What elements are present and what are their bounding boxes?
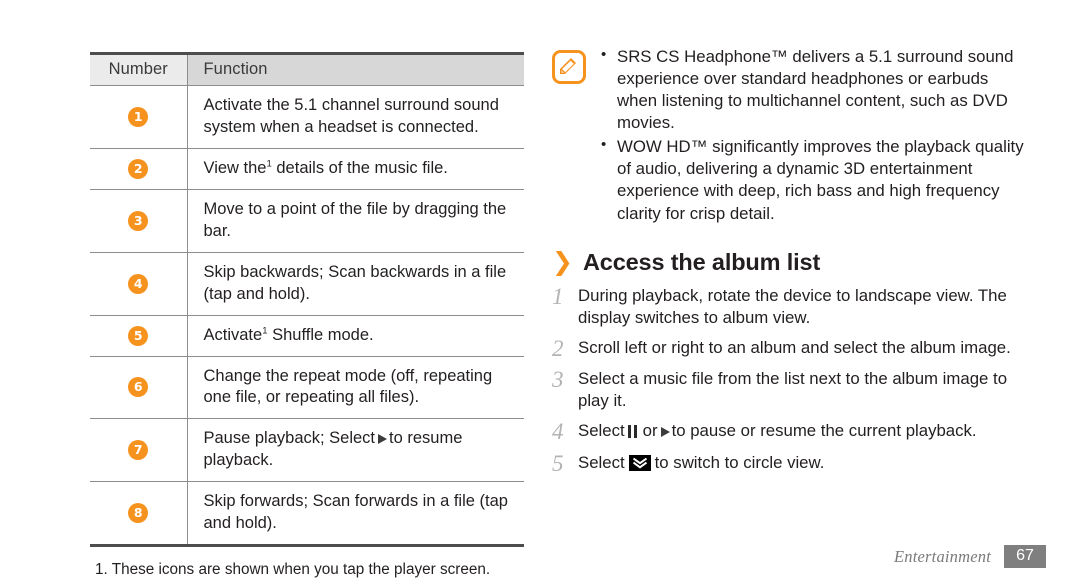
table-header-row: Number Function: [90, 52, 524, 86]
page-footer: Entertainment 67: [894, 545, 1046, 568]
play-icon: [660, 426, 670, 437]
column-header-function: Function: [186, 52, 524, 86]
step-text-composite: Select or to pause or resume the current p…: [578, 419, 1032, 444]
function-text-after: details of the music file.: [271, 158, 448, 177]
table-row: 3 Move to a point of the file by draggin…: [90, 189, 524, 253]
function-text-before: Activate: [203, 325, 263, 344]
row-number-cell: 7: [90, 418, 187, 483]
row-number-cell: 3: [90, 189, 187, 253]
step-text-after: to pause or resume the current playback.: [671, 420, 977, 440]
step-number: 2: [552, 335, 564, 361]
list-item: 4 Select or to pause or resume the current…: [552, 419, 1032, 444]
step-text-composite: Select to switch to circle view.: [578, 451, 1032, 474]
note-callout: SRS CS Headphone™ delivers a 5.1 surroun…: [552, 45, 1032, 227]
row-number-cell: 1: [90, 85, 187, 149]
right-content-column: SRS CS Headphone™ delivers a 5.1 surroun…: [552, 45, 1032, 482]
number-badge-7: 7: [128, 440, 149, 461]
spec-table-container: Number Function 1 Activate the 5.1 chann…: [90, 52, 524, 579]
section-heading: ❯ Access the album list: [552, 249, 1032, 276]
table-row: 7 Pause playback; Select to resume playba…: [90, 418, 524, 483]
list-item: 5 Select to switch to circle view.: [552, 451, 1032, 475]
number-badge-5: 5: [128, 325, 149, 346]
row-function-cell: Skip backwards; Scan backwards in a file…: [186, 252, 524, 316]
step-text: During playback, rotate the device to la…: [578, 285, 1007, 327]
number-badge-2: 2: [128, 158, 149, 179]
table-row: 5 Activate1 Shuffle mode.: [90, 315, 524, 357]
list-item: 2 Scroll left or right to an album and s…: [552, 336, 1032, 360]
table-footnote: 1. These icons are shown when you tap th…: [95, 561, 491, 579]
row-function-cell: Activate1 Shuffle mode.: [186, 315, 524, 357]
note-pencil-icon: [552, 50, 586, 84]
row-function-cell: Change the repeat mode (off, repeating o…: [186, 356, 524, 420]
row-number-cell: 5: [90, 315, 187, 357]
row-function-cell: Move to a point of the file by dragging …: [186, 189, 524, 253]
list-item: 3 Select a music file from the list next…: [552, 367, 1032, 412]
play-icon: [378, 434, 388, 445]
step-number: 1: [552, 283, 564, 309]
number-badge-1: 1: [128, 106, 149, 127]
step-text-middle: or: [642, 420, 658, 440]
table-row: 4 Skip backwards; Scan backwards in a fi…: [90, 252, 524, 316]
table-row: 8 Skip forwards; Scan forwards in a file…: [90, 481, 524, 548]
number-badge-6: 6: [128, 377, 149, 398]
chevron-right-icon: ❯: [552, 246, 573, 276]
step-text-before: Select: [578, 453, 625, 473]
table-row: 1 Activate the 5.1 channel surround soun…: [90, 85, 524, 149]
number-badge-3: 3: [128, 210, 149, 231]
table-row: 2 View the1 details of the music file.: [90, 148, 524, 190]
function-text: Skip forwards; Scan forwards in a file (…: [203, 492, 508, 533]
column-header-number: Number: [90, 52, 187, 86]
row-number-cell: 2: [90, 148, 187, 190]
table-header: Number Function: [90, 52, 524, 86]
function-text-before: View the: [203, 158, 267, 177]
number-badge-4: 4: [128, 273, 149, 294]
function-text: Activate the 5.1 channel surround sound …: [203, 96, 499, 136]
step-text: Scroll left or right to an album and sel…: [578, 337, 1011, 357]
step-text-before: Select: [578, 420, 625, 440]
step-number: 5: [552, 451, 564, 477]
table-row: 6 Change the repeat mode (off, repeating…: [90, 356, 524, 420]
circle-view-icon: [628, 455, 651, 472]
footer-chapter-label: Entertainment: [894, 546, 991, 566]
number-badge-8: 8: [128, 503, 149, 524]
table-body: 1 Activate the 5.1 channel surround soun…: [90, 85, 524, 548]
function-text: Move to a point of the file by dragging …: [203, 199, 507, 240]
function-text: Change the repeat mode (off, repeating o…: [203, 366, 493, 407]
function-text-after: Shuffle mode.: [267, 325, 374, 344]
row-function-cell: Skip forwards; Scan forwards in a file (…: [186, 481, 524, 548]
note-body: SRS CS Headphone™ delivers a 5.1 surroun…: [586, 45, 1032, 227]
note-bullet-list: SRS CS Headphone™ delivers a 5.1 surroun…: [600, 45, 1032, 225]
footer-page-number: 67: [1004, 545, 1046, 568]
row-function-cell: View the1 details of the music file.: [186, 148, 524, 190]
row-function-cell: Activate the 5.1 channel surround sound …: [186, 85, 524, 149]
step-text-after: to switch to circle view.: [654, 453, 825, 473]
function-table: Number Function 1 Activate the 5.1 chann…: [90, 52, 524, 548]
list-item: 1 During playback, rotate the device to …: [552, 284, 1032, 329]
step-number: 3: [552, 366, 564, 392]
function-text: Skip backwards; Scan backwards in a file…: [203, 262, 507, 303]
function-text-before: Pause playback; Select: [203, 429, 376, 448]
note-bullet-item: SRS CS Headphone™ delivers a 5.1 surroun…: [600, 45, 1032, 134]
row-function-cell: Pause playback; Select to resume playback…: [186, 418, 524, 483]
pause-icon: [627, 422, 640, 444]
row-number-cell: 8: [90, 481, 187, 548]
step-number: 4: [552, 418, 564, 444]
note-bullet-item: WOW HD™ significantly improves the playb…: [600, 135, 1032, 224]
instruction-step-list: 1 During playback, rotate the device to …: [552, 284, 1032, 475]
page-title: Access the album list: [582, 248, 821, 275]
row-number-cell: 4: [90, 252, 187, 316]
row-number-cell: 6: [90, 356, 187, 420]
step-text: Select a music file from the list next t…: [578, 368, 1008, 410]
